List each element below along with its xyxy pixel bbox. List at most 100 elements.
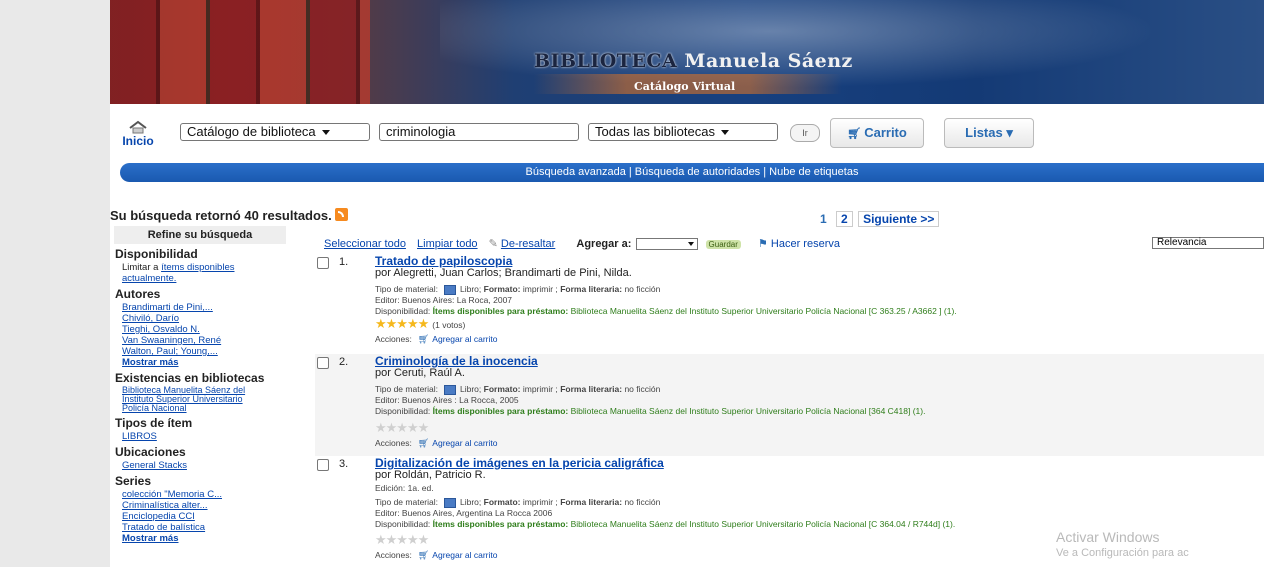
availability-link[interactable]: Biblioteca Manuelita Sáenz del Instituto… <box>571 306 957 316</box>
chevron-down-icon <box>321 130 330 136</box>
result-title-link[interactable]: Digitalización de imágenes en la pericia… <box>375 457 1255 469</box>
facet-heading-series: Series <box>115 474 152 488</box>
rating-stars[interactable]: ★★★★★ <box>375 420 429 435</box>
availability-line: Disponibilidad: Ítems disponibles para p… <box>375 406 926 416</box>
facet-series-item[interactable]: Tratado de balística <box>122 522 290 533</box>
page-1: 1 <box>820 212 827 226</box>
result-author: por Roldán, Patricio R. <box>375 469 486 481</box>
rating-votes: (1 votos) <box>432 320 466 330</box>
facet-heading-holdings: Existencias en bibliotecas <box>115 371 265 385</box>
facet-series-item[interactable]: colección "Memoria C... <box>122 489 290 500</box>
facet-heading-locations: Ubicaciones <box>115 445 186 459</box>
add-to-cart-link[interactable]: Agregar al carrito <box>432 438 497 448</box>
go-button[interactable]: Ir <box>790 124 820 142</box>
facet-heading-availability: Disponibilidad <box>115 247 198 261</box>
pagination: 1 2 Siguiente >> <box>816 211 941 227</box>
authors-show-more[interactable]: Mostrar más <box>122 357 290 368</box>
result-checkbox[interactable] <box>317 357 329 369</box>
result-title-link[interactable]: Tratado de papiloscopia <box>375 255 1255 267</box>
home-icon <box>129 120 147 134</box>
facet-author-item[interactable]: Tieghi, Osvaldo N. <box>122 324 290 335</box>
sort-select[interactable]: Relevancia <box>1152 237 1264 249</box>
rss-icon[interactable] <box>334 208 348 221</box>
library-logo[interactable]: BIBLIOTECA Manuela Sáenz Catálogo Virtua… <box>534 46 852 100</box>
result-checkbox[interactable] <box>317 257 329 269</box>
availability-link[interactable]: Biblioteca Manuelita Sáenz del Instituto… <box>571 519 956 529</box>
windows-activation-watermark: Activar Windows Ve a Configuración para … <box>1056 529 1189 559</box>
actions-line: Acciones: 🛒︎ Agregar al carrito <box>375 438 498 448</box>
home-link[interactable]: Inicio <box>118 120 158 148</box>
book-icon <box>444 284 456 295</box>
select-all-link[interactable]: Seleccionar todo <box>324 238 406 250</box>
clear-all-link[interactable]: Limpiar todo <box>417 238 478 250</box>
catalog-page: BIBLIOTECA Manuela Sáenz Catálogo Virtua… <box>110 0 1264 567</box>
facet-series-item[interactable]: Criminalística alter... <box>122 500 290 511</box>
material-type-line: Tipo de material: Libro; Formato: imprimi… <box>375 284 661 295</box>
facet-item-type[interactable]: LIBROS <box>122 431 290 442</box>
facet-author-item[interactable]: Chiviló, Darío <box>122 313 290 324</box>
add-to-cart-link[interactable]: Agregar al carrito <box>432 334 497 344</box>
chevron-down-icon <box>720 130 729 136</box>
result-publisher: Editor: Buenos Aires : La Rocca, 2005 <box>375 395 519 405</box>
material-type-line: Tipo de material: Libro; Formato: imprimi… <box>375 384 661 395</box>
rating-stars[interactable]: ★★★★★ <box>375 532 429 547</box>
cart-icon: 🛒︎ <box>417 550 430 560</box>
result-item: 2. Criminología de la inocencia por Ceru… <box>315 354 1264 456</box>
results-toolbar: Seleccionar todo Limpiar todo ✎ De-resal… <box>324 237 1264 251</box>
result-publisher: Editor: Buenos Aires, Argentina La Rocca… <box>375 508 553 518</box>
catalog-select[interactable]: Catálogo de biblioteca <box>180 123 370 141</box>
facet-author-item[interactable]: Walton, Paul; Young,... <box>122 346 290 357</box>
result-checkbox[interactable] <box>317 459 329 471</box>
result-publisher: Editor: Buenos Aires: La Roca, 2007 <box>375 295 513 305</box>
result-item: 1. Tratado de papiloscopia por Alegretti… <box>315 254 1264 354</box>
nav-bar[interactable]: Búsqueda avanzada | Búsqueda de autorida… <box>120 163 1264 182</box>
library-select[interactable]: Todas las bibliotecas <box>588 123 778 141</box>
facet-holding-library[interactable]: Biblioteca Manuelita Sáenz del Instituto… <box>122 386 272 413</box>
search-input[interactable]: criminologia <box>379 123 579 141</box>
next-page-link[interactable]: Siguiente >> <box>858 211 940 227</box>
result-author: por Ceruti, Raúl A. <box>375 367 465 379</box>
result-title-link[interactable]: Criminología de la inocencia <box>375 355 1255 367</box>
facet-author-item[interactable]: Van Swaaningen, René <box>122 335 290 346</box>
highlighter-icon: ✎ <box>488 238 498 250</box>
series-show-more[interactable]: Mostrar más <box>122 533 290 544</box>
facet-location[interactable]: General Stacks <box>122 460 290 471</box>
cart-icon: 🛒︎ <box>417 438 430 448</box>
add-to-cart-link[interactable]: Agregar al carrito <box>432 550 497 560</box>
book-icon <box>444 497 456 508</box>
results-count: Su búsqueda retornó 40 resultados. <box>110 208 348 223</box>
material-type-line: Tipo de material: Libro; Formato: imprimi… <box>375 497 661 508</box>
add-to-label: Agregar a: <box>576 238 632 250</box>
actions-line: Acciones: 🛒︎ Agregar al carrito <box>375 334 498 344</box>
book-icon <box>444 384 456 395</box>
logo-title-name: Manuela Sáenz <box>684 50 853 72</box>
availability-line: Disponibilidad: Ítems disponibles para p… <box>375 306 957 316</box>
library-banner: BIBLIOTECA Manuela Sáenz Catálogo Virtua… <box>110 0 1264 104</box>
add-to-list-select[interactable] <box>636 238 699 251</box>
facet-author-item[interactable]: Brandimarti de Pini,... <box>122 302 290 313</box>
result-number: 2. <box>339 356 349 368</box>
facet-heading-item-types: Tipos de ítem <box>115 416 193 430</box>
cart-icon: 🛒︎ <box>417 334 430 344</box>
result-number: 3. <box>339 458 349 470</box>
save-button[interactable]: Guardar <box>705 239 741 249</box>
books-image <box>110 0 370 104</box>
facet-heading-authors: Autores <box>115 287 161 301</box>
place-hold-link[interactable]: Hacer reserva <box>771 238 840 250</box>
refine-header: Refine su búsqueda <box>114 226 286 244</box>
page-2-link[interactable]: 2 <box>836 211 853 227</box>
rating-stars[interactable]: ★★★★★ <box>375 316 429 331</box>
cart-icon: 🛒︎ <box>847 128 865 140</box>
result-number: 1. <box>339 256 349 268</box>
hold-icon: ⚑ <box>757 238 768 250</box>
logo-subtitle: Catálogo Virtual <box>634 80 736 93</box>
home-label: Inicio <box>122 134 154 148</box>
facet-series-item[interactable]: Enciclopedia CCI <box>122 511 290 522</box>
result-author: por Alegretti, Juan Carlos; Brandimarti … <box>375 267 632 279</box>
unhighlight-link[interactable]: De-resaltar <box>501 238 555 250</box>
lists-button[interactable]: Listas ▾ <box>944 118 1034 148</box>
availability-link[interactable]: Biblioteca Manuelita Sáenz del Instituto… <box>571 406 926 416</box>
result-edition: Edición: 1a. ed. <box>375 483 434 493</box>
cart-button[interactable]: 🛒︎ Carrito <box>830 118 924 148</box>
nav-links[interactable]: Búsqueda avanzada | Búsqueda de autorida… <box>526 166 859 178</box>
